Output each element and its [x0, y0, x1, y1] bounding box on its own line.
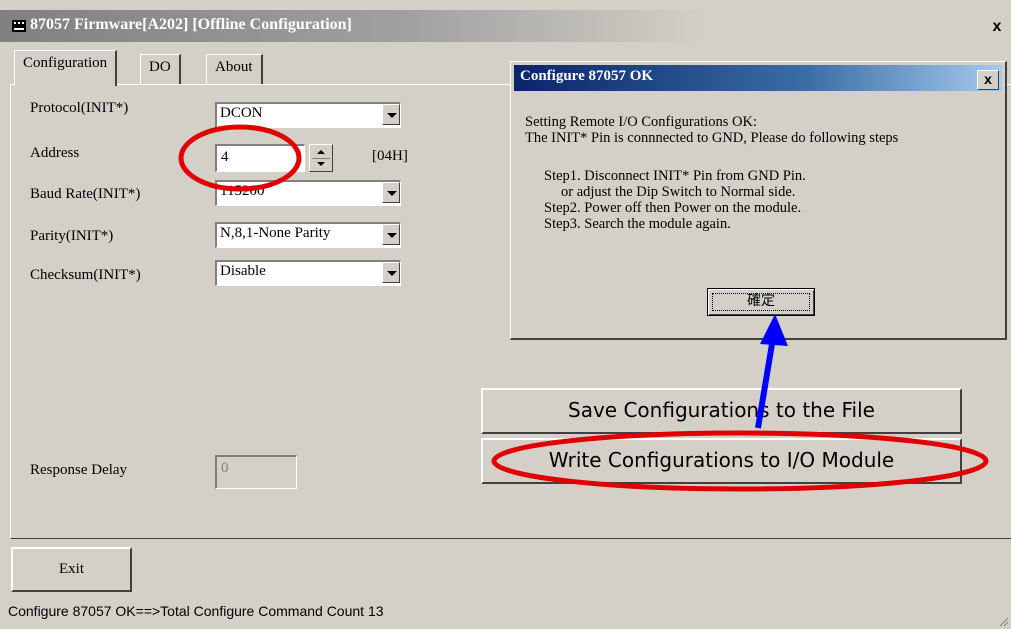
- chevron-down-icon[interactable]: [382, 182, 400, 203]
- dialog-message-line: The INIT* Pin is connnected to GND, Plea…: [525, 130, 899, 146]
- save-configurations-button[interactable]: Save Configurations to the File: [481, 388, 962, 434]
- resize-grip-icon[interactable]: [999, 617, 1009, 627]
- checksum-label: Checksum(INIT*): [30, 267, 141, 283]
- configure-ok-dialog: Configure 87057 OK x Setting Remote I/O …: [510, 61, 1007, 340]
- checksum-value: Disable: [220, 263, 266, 279]
- title-bar[interactable]: 87057 Firmware[A202] [Offline Configurat…: [0, 10, 1011, 42]
- chevron-down-icon[interactable]: [382, 262, 400, 283]
- spin-up-icon[interactable]: [317, 150, 325, 154]
- address-label: Address: [30, 145, 80, 161]
- parity-label: Parity(INIT*): [30, 228, 114, 244]
- chevron-down-icon[interactable]: [382, 104, 400, 125]
- dialog-close-button[interactable]: x: [977, 70, 999, 90]
- baud-rate-label: Baud Rate(INIT*): [30, 186, 141, 202]
- dialog-message-line: Step3. Search the module again.: [544, 216, 731, 232]
- dialog-message-line: Setting Remote I/O Configurations OK:: [525, 114, 757, 130]
- exit-button[interactable]: Exit: [11, 547, 132, 592]
- address-spinner[interactable]: [309, 144, 333, 172]
- window-close-button[interactable]: x: [987, 18, 1007, 38]
- response-delay-value: 0: [221, 460, 229, 476]
- spin-divider: [312, 158, 330, 159]
- address-input[interactable]: 4: [215, 144, 305, 172]
- dialog-title-bar[interactable]: Configure 87057 OK: [514, 65, 1002, 91]
- dialog-message-line: Step1. Disconnect INIT* Pin from GND Pin…: [544, 168, 806, 184]
- app-icon: [12, 20, 26, 32]
- dialog-message-line: Step2. Power off then Power on the modul…: [544, 200, 802, 216]
- tab-about[interactable]: About: [206, 54, 263, 84]
- address-hex-label: [04H]: [372, 148, 408, 164]
- tab-configuration[interactable]: Configuration: [14, 50, 118, 86]
- protocol-select[interactable]: DCON: [215, 102, 401, 128]
- baud-rate-select[interactable]: 115200: [215, 180, 401, 206]
- focus-rectangle: [712, 293, 810, 311]
- dialog-title: Configure 87057 OK: [520, 68, 654, 84]
- address-value: 4: [221, 149, 229, 165]
- dialog-message-line: or adjust the Dip Switch to Normal side.: [561, 184, 796, 200]
- parity-select[interactable]: N,8,1-None Parity: [215, 222, 401, 248]
- chevron-down-icon[interactable]: [382, 224, 400, 245]
- spin-down-icon[interactable]: [317, 162, 325, 166]
- window-title: 87057 Firmware[A202] [Offline Configurat…: [30, 16, 352, 33]
- checksum-select[interactable]: Disable: [215, 260, 401, 286]
- response-delay-input: 0: [215, 455, 297, 489]
- status-bar-text: Configure 87057 OK==>Total Configure Com…: [8, 603, 384, 619]
- protocol-value: DCON: [220, 105, 263, 121]
- protocol-label: Protocol(INIT*): [30, 100, 129, 116]
- tab-do[interactable]: DO: [140, 54, 181, 84]
- response-delay-label: Response Delay: [30, 462, 128, 478]
- parity-value: N,8,1-None Parity: [220, 225, 331, 241]
- dialog-ok-button[interactable]: 確定: [707, 288, 815, 316]
- write-configurations-button[interactable]: Write Configurations to I/O Module: [481, 438, 962, 484]
- main-window: 87057 Firmware[A202] [Offline Configurat…: [0, 0, 1011, 629]
- baud-rate-value: 115200: [220, 183, 265, 199]
